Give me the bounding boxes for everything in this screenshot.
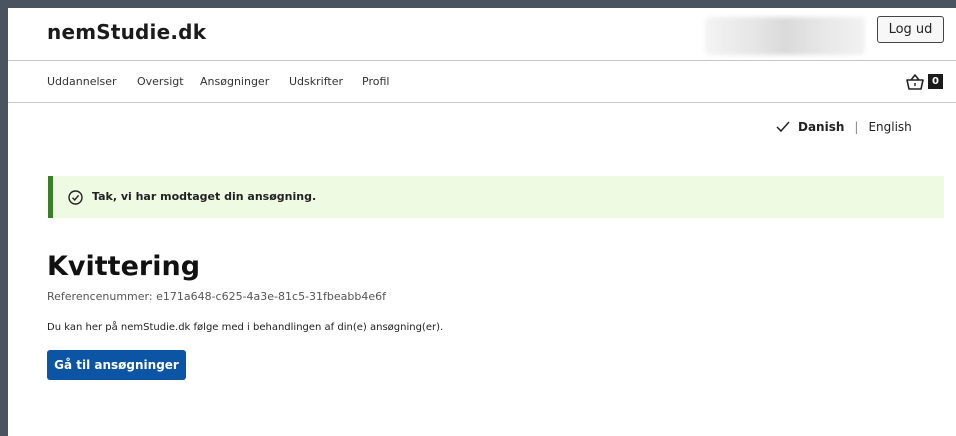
language-english[interactable]: English (868, 120, 911, 134)
nav-item-udskrifter[interactable]: Udskrifter (289, 75, 343, 88)
nav-item-ansogninger[interactable]: Ansøgninger (200, 75, 269, 88)
top-bar: nemStudie.dk Log ud (8, 8, 956, 61)
basket-icon[interactable] (905, 73, 925, 91)
page: nemStudie.dk Log ud Uddannelser Oversigt… (8, 8, 956, 436)
nav-item-uddannelser[interactable]: Uddannelser (47, 75, 117, 88)
check-circle-icon (68, 190, 83, 205)
nav-item-oversigt[interactable]: Oversigt (137, 75, 184, 88)
logout-button[interactable]: Log ud (877, 16, 944, 43)
user-info-blurred (705, 17, 865, 55)
language-separator: | (854, 120, 859, 134)
reference-number: Referencenummer: e171a648-c625-4a3e-81c5… (47, 290, 386, 303)
go-to-applications-button[interactable]: Gå til ansøgninger (47, 350, 186, 380)
language-switcher: Danish | English (776, 120, 912, 134)
info-text: Du kan her på nemStudie.dk følge med i b… (47, 322, 444, 333)
nav-item-profil[interactable]: Profil (362, 75, 389, 88)
brand-logo[interactable]: nemStudie.dk (47, 20, 206, 44)
basket-count-badge[interactable]: 0 (928, 74, 943, 89)
main-nav: Uddannelser Oversigt Ansøgninger Udskrif… (8, 61, 956, 103)
alert-message: Tak, vi har modtaget din ansøgning. (92, 190, 317, 203)
success-alert: Tak, vi har modtaget din ansøgning. (48, 176, 944, 218)
language-danish[interactable]: Danish (798, 120, 844, 134)
check-icon (776, 121, 790, 133)
page-title: Kvittering (47, 251, 201, 282)
